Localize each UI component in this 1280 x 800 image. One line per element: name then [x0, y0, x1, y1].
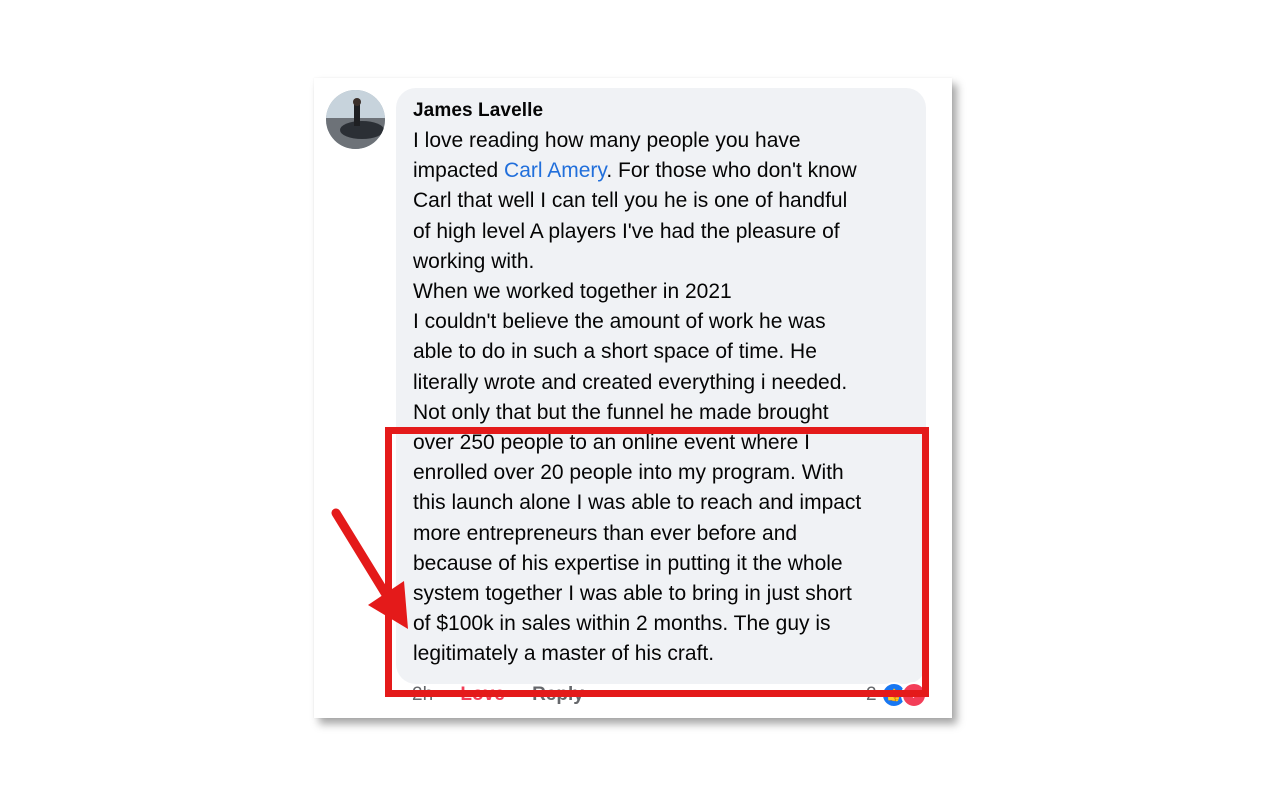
mention-link[interactable]: Carl Amery — [504, 159, 606, 182]
comment-text-line: literally wrote and created everything i… — [413, 368, 919, 398]
comment-text-segment: Carl that well I can tell you he is one … — [413, 189, 848, 213]
comment-text-line: able to do in such a short space of time… — [413, 337, 919, 367]
comment-text-segment: . For those who don't know — [606, 159, 857, 183]
comment-text-segment: impacted — [413, 159, 505, 183]
comment-text-line: Not only that but the funnel he made bro… — [413, 398, 919, 428]
comment-text-line: When we worked together in 2021 — [413, 277, 919, 307]
comment-text-segment: able to do in such a short space of time… — [413, 340, 817, 364]
comment-text-line: impacted Carl Amery. For those who don't… — [413, 156, 919, 186]
comment-author[interactable]: James Lavelle — [413, 100, 543, 122]
comment-text-line: working with. — [413, 247, 919, 277]
screenshot-stage: James Lavelle I love reading how many pe… — [0, 0, 1280, 800]
arrow-annotation-icon — [331, 508, 408, 629]
comment-text-segment: I couldn't believe the amount of work he… — [413, 310, 826, 334]
highlight-annotation-box — [385, 427, 929, 697]
comment-text-segment: I love reading how many people you have — [413, 129, 801, 152]
avatar[interactable] — [326, 90, 385, 149]
comment-text-line: of high level A players I've had the ple… — [413, 217, 919, 247]
comment-text-line: I couldn't believe the amount of work he… — [413, 307, 919, 337]
comment-text-segment: literally wrote and created everything i… — [413, 370, 848, 394]
comment-text-segment: of high level A players I've had the ple… — [413, 219, 840, 243]
comment-text-segment: When we worked together in 2021 — [413, 280, 732, 304]
comment-text-segment: working with. — [413, 249, 535, 273]
comment-text-segment: Not only that but the funnel he made bro… — [413, 400, 829, 424]
comment-text-line: I love reading how many people you have — [413, 126, 919, 156]
comment-text-line: Carl that well I can tell you he is one … — [413, 186, 919, 216]
